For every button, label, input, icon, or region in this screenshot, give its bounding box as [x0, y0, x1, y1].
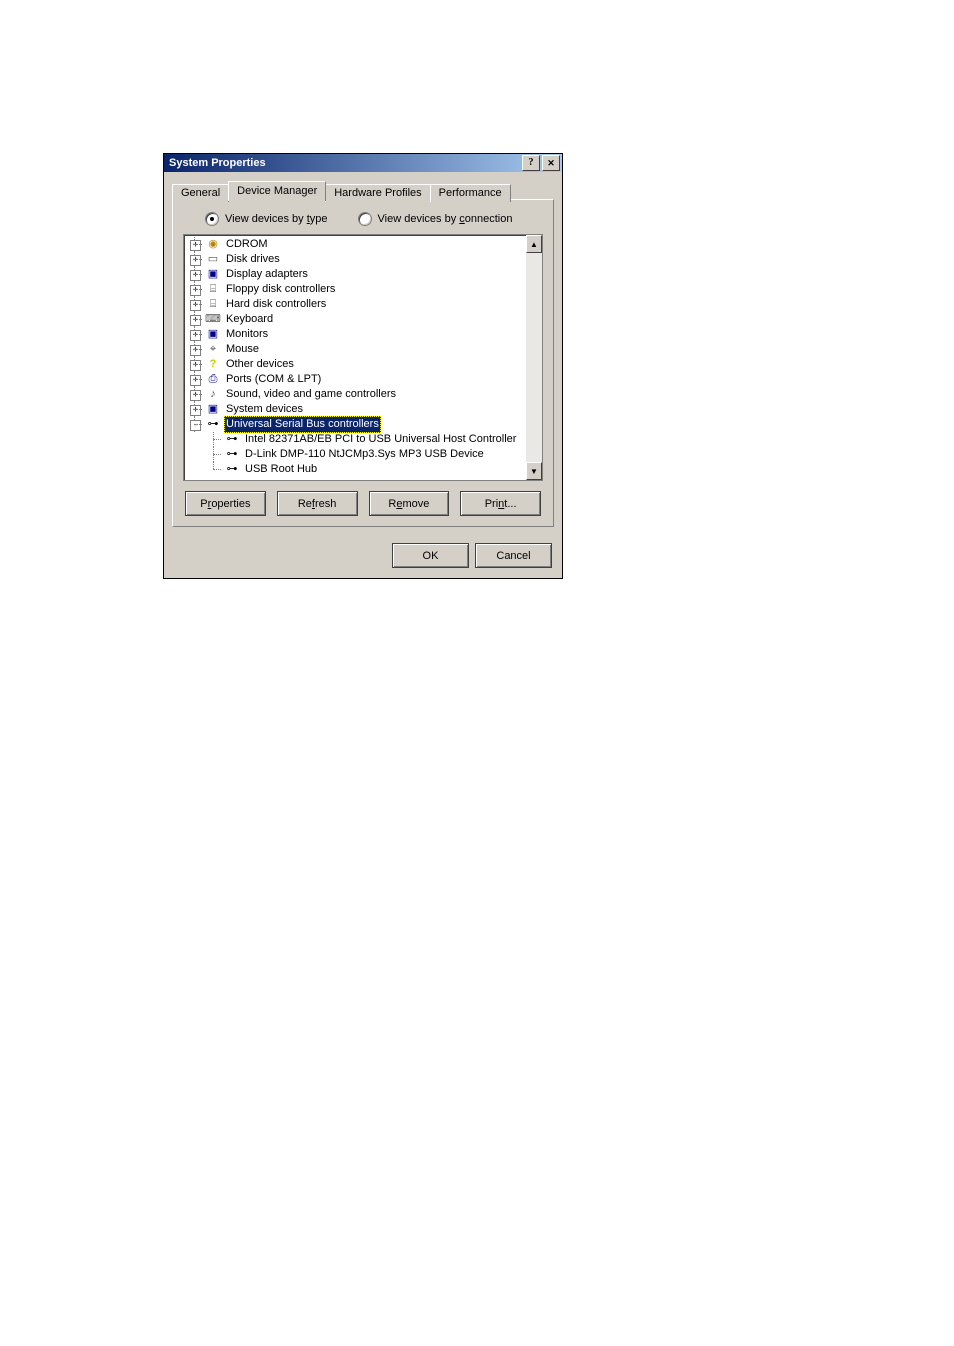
- tree-item[interactable]: ⊶Intel 82371AB/EB PCI to USB Universal H…: [186, 432, 526, 447]
- usb-icon: ⊶: [224, 463, 240, 476]
- expand-icon[interactable]: +: [190, 405, 201, 416]
- radio-label: View devices by connection: [378, 213, 513, 225]
- expand-icon[interactable]: +: [190, 360, 201, 371]
- tabstrip: General Device Manager Hardware Profiles…: [172, 180, 554, 200]
- tree-item[interactable]: ⊶D-Link DMP-110 NtJCMp3.Sys MP3 USB Devi…: [186, 447, 526, 462]
- tree-item[interactable]: -⊶Universal Serial Bus controllers: [186, 417, 526, 432]
- tree-item-label: Floppy disk controllers: [224, 282, 337, 297]
- refresh-button[interactable]: Refresh: [277, 491, 358, 516]
- radio-dot-icon: [358, 212, 372, 226]
- cd-icon: ◉: [205, 238, 221, 251]
- tree-item-label: Ports (COM & LPT): [224, 372, 323, 387]
- tree-item[interactable]: ⊶USB Root Hub: [186, 462, 526, 477]
- tab-performance[interactable]: Performance: [430, 184, 511, 202]
- tree-item-label: Intel 82371AB/EB PCI to USB Universal Ho…: [243, 432, 518, 447]
- radio-view-by-connection[interactable]: View devices by connection: [358, 212, 513, 226]
- tree-item[interactable]: + ▣System devices: [186, 402, 526, 417]
- help-button[interactable]: [522, 155, 540, 171]
- sound-icon: ♪: [205, 388, 221, 401]
- system-icon: ▣: [205, 403, 221, 416]
- usb-icon: ⊶: [224, 448, 240, 461]
- tab-device-manager[interactable]: Device Manager: [228, 181, 326, 201]
- tree-item[interactable]: + ▣Monitors: [186, 327, 526, 342]
- tree-item-label: Keyboard: [224, 312, 275, 327]
- tree-item-label: Other devices: [224, 357, 296, 372]
- radio-label: View devices by type: [225, 213, 328, 225]
- close-button[interactable]: [542, 155, 560, 171]
- scrollbar-vertical[interactable]: [526, 235, 542, 480]
- tree-item-label: D-Link DMP-110 NtJCMp3.Sys MP3 USB Devic…: [243, 447, 486, 462]
- tree-item[interactable]: + ♪Sound, video and game controllers: [186, 387, 526, 402]
- tree-item[interactable]: + ⌖Mouse: [186, 342, 526, 357]
- usb-icon: ⊶: [224, 433, 240, 446]
- tree-item[interactable]: + ⌸Hard disk controllers: [186, 297, 526, 312]
- device-tree[interactable]: +◉CDROM+▭Disk drives+▣Display adapters+⌸…: [183, 234, 543, 481]
- remove-button[interactable]: Remove: [369, 491, 450, 516]
- expand-icon[interactable]: +: [190, 300, 201, 311]
- expand-icon[interactable]: +: [190, 240, 201, 251]
- system-properties-dialog: System Properties General Device Manager…: [163, 153, 563, 579]
- tree-item-label: System devices: [224, 402, 305, 417]
- cancel-button[interactable]: Cancel: [475, 543, 552, 568]
- tree-item[interactable]: + ◉CDROM: [186, 237, 526, 252]
- tree-item-label: USB Root Hub: [243, 462, 319, 477]
- disk-icon: ▭: [205, 253, 221, 266]
- tree-item-label: Display adapters: [224, 267, 310, 282]
- tree-item[interactable]: + ▣Display adapters: [186, 267, 526, 282]
- tree-item-label: Hard disk controllers: [224, 297, 328, 312]
- display-icon: ▣: [205, 268, 221, 281]
- scroll-down-button[interactable]: [526, 462, 542, 480]
- tree-item-label: CDROM: [224, 237, 270, 252]
- expand-icon[interactable]: +: [190, 345, 201, 356]
- tree-item-label: Mouse: [224, 342, 261, 357]
- tree-item-label: Monitors: [224, 327, 270, 342]
- collapse-icon[interactable]: -: [190, 420, 201, 431]
- radio-view-by-type[interactable]: View devices by type: [205, 212, 328, 226]
- tree-item[interactable]: +?Other devices: [186, 357, 526, 372]
- tab-panel-device-manager: View devices by type View devices by con…: [172, 199, 554, 527]
- ports-icon: ⎙: [205, 373, 221, 386]
- tab-general[interactable]: General: [172, 184, 229, 202]
- tree-item-label: Sound, video and game controllers: [224, 387, 398, 402]
- tree-item-label: Universal Serial Bus controllers: [224, 416, 381, 433]
- keyboard-icon: ⌨: [205, 313, 221, 326]
- expand-icon[interactable]: +: [190, 270, 201, 281]
- radio-dot-icon: [205, 212, 219, 226]
- tree-item-label: Disk drives: [224, 252, 282, 267]
- scroll-track[interactable]: [526, 253, 542, 462]
- tree-item[interactable]: + ▭Disk drives: [186, 252, 526, 267]
- expand-icon[interactable]: +: [190, 375, 201, 386]
- expand-icon[interactable]: +: [190, 390, 201, 401]
- window-title: System Properties: [166, 157, 520, 169]
- tab-hardware-profiles[interactable]: Hardware Profiles: [325, 184, 430, 202]
- tree-item[interactable]: + ⌨Keyboard: [186, 312, 526, 327]
- properties-button[interactable]: Properties: [185, 491, 266, 516]
- mouse-icon: ⌖: [205, 343, 221, 356]
- tree-item[interactable]: + ⌸Floppy disk controllers: [186, 282, 526, 297]
- ok-button[interactable]: OK: [392, 543, 469, 568]
- expand-icon[interactable]: +: [190, 330, 201, 341]
- titlebar[interactable]: System Properties: [164, 154, 562, 172]
- monitor-icon: ▣: [205, 328, 221, 341]
- floppy-icon: ⌸: [205, 283, 221, 296]
- expand-icon[interactable]: +: [190, 285, 201, 296]
- expand-icon[interactable]: +: [190, 255, 201, 266]
- usb-icon: ⊶: [205, 418, 221, 431]
- hd-icon: ⌸: [205, 298, 221, 311]
- scroll-up-button[interactable]: [526, 235, 542, 253]
- print-button[interactable]: Print...: [460, 491, 541, 516]
- tree-item[interactable]: + ⎙Ports (COM & LPT): [186, 372, 526, 387]
- other-icon: ?: [205, 358, 221, 371]
- expand-icon[interactable]: +: [190, 315, 201, 326]
